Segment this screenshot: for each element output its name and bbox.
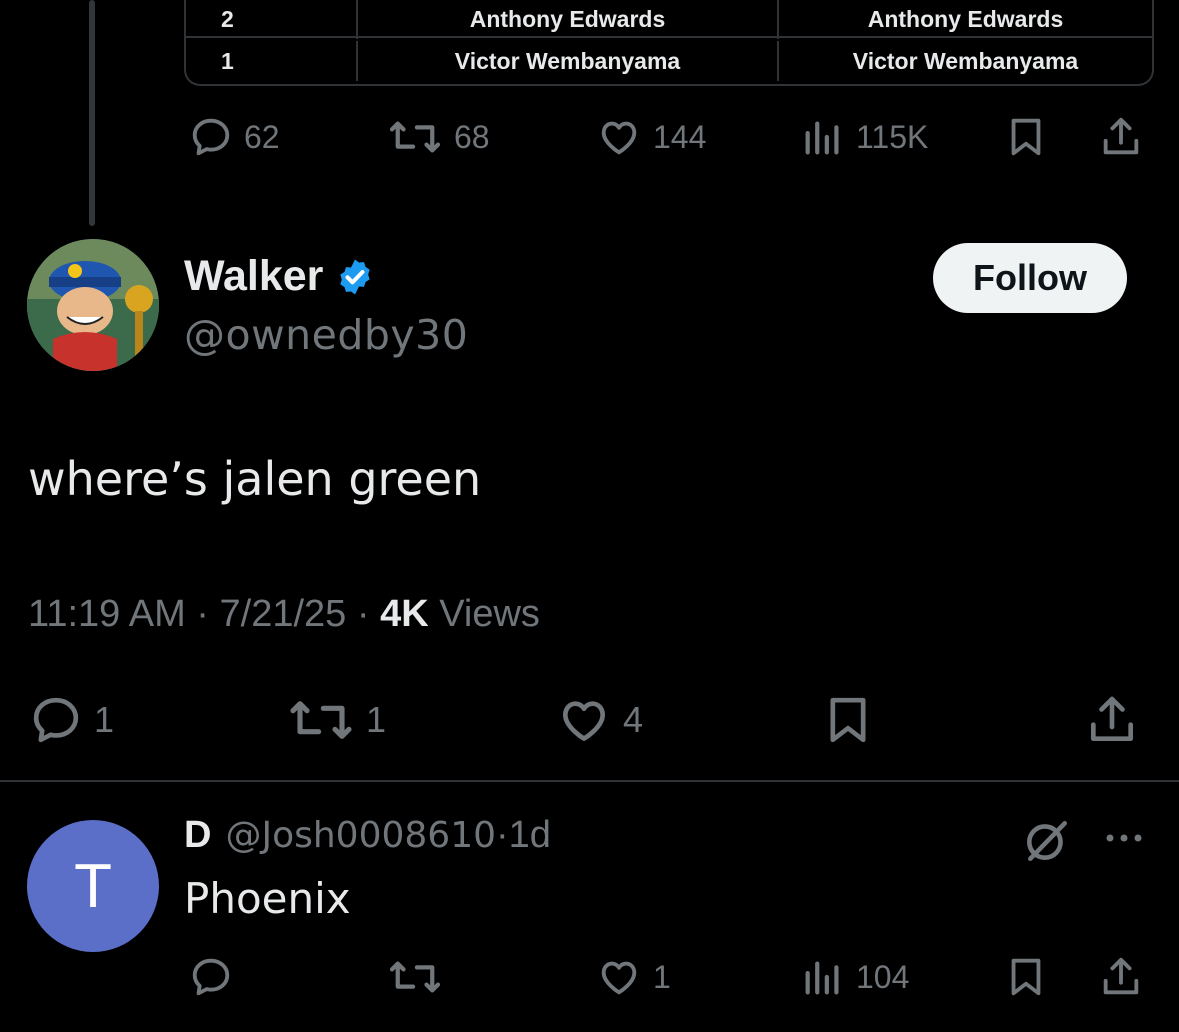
reply-display-name[interactable]: D [184,814,211,857]
views-count: 115K [856,118,929,155]
like-button[interactable]: 4 [555,692,643,748]
like-count: 1 [653,958,671,995]
grok-button[interactable] [1022,816,1072,871]
repost-icon [290,701,352,739]
tweet-text: where’s jalen green [28,452,482,506]
follow-button[interactable]: Follow [933,243,1127,313]
thread-line [89,0,95,226]
reply-icon [192,958,230,996]
like-button[interactable]: 144 [595,114,706,160]
bookmark-button[interactable] [1003,954,1049,1000]
share-button[interactable] [1098,114,1144,160]
reply-icon [33,697,79,743]
divider [0,780,1179,782]
display-name-row[interactable]: Walker [184,252,375,301]
row-divider [186,36,1152,38]
reply-button[interactable]: 1 [28,692,114,748]
reply-age[interactable]: 1d [509,814,551,857]
heart-icon [563,701,605,741]
views-label: Views [439,593,540,635]
heart-icon [601,121,637,155]
user-handle[interactable]: @ownedby30 [184,311,468,359]
repost-button[interactable] [386,954,444,1000]
reply-header: D @Josh0008610 · 1d [184,814,551,857]
reply-avatar[interactable]: T [27,820,159,952]
repost-icon [389,121,441,153]
views-count: 4K [380,593,429,635]
table-row: 1 Victor Wembanyama Victor Wembanyama [186,41,1152,81]
repost-button[interactable]: 1 [286,692,386,748]
reply-button[interactable] [188,954,234,1000]
avatar-illustration [27,239,159,371]
reply-text: Phoenix [184,874,351,923]
repost-count: 1 [366,699,387,740]
bookmark-icon [1011,118,1041,156]
meta-separator: · [356,593,381,635]
repost-count: 68 [454,118,490,155]
player-cell: Victor Wembanyama [358,41,779,81]
reply-button[interactable]: 62 [188,114,280,160]
analytics-icon [805,961,839,995]
more-icon [1106,834,1142,842]
table-row: 2 Anthony Edwards Anthony Edwards [186,0,1152,39]
quoted-table-card[interactable]: 2 Anthony Edwards Anthony Edwards 1 Vict… [184,0,1154,86]
repost-icon [389,961,441,993]
tweet-time[interactable]: 11:19 AM [28,593,186,635]
avatar[interactable] [27,239,159,371]
share-icon [1103,117,1139,155]
heart-icon [601,961,637,995]
views-count: 104 [856,958,910,995]
rank-cell: 2 [186,0,358,39]
bookmark-icon [830,697,866,743]
analytics-icon [805,121,839,155]
like-count: 144 [653,118,707,155]
share-button[interactable] [1098,954,1144,1000]
bookmark-button[interactable] [820,692,876,748]
tweet-date[interactable]: 7/21/25 [220,593,347,635]
reply-handle[interactable]: @Josh0008610 [225,815,496,856]
reply-count: 1 [94,699,115,740]
views-button[interactable]: 115K [800,114,928,160]
meta-separator: · [196,593,220,635]
more-options-button[interactable] [1100,826,1148,855]
share-icon [1091,696,1133,741]
player-cell: Anthony Edwards [867,5,1064,32]
share-button[interactable] [1084,692,1140,748]
repost-button[interactable]: 68 [386,114,490,160]
verified-badge-icon [340,259,371,294]
tweet-meta: 11:19 AM · 7/21/25 · 4K Views [28,593,540,636]
bookmark-button[interactable] [1003,114,1049,160]
display-name: Walker [184,252,324,300]
meta-separator: · [496,814,509,856]
player-cell: Victor Wembanyama [852,47,1079,74]
views-button[interactable]: 104 [800,954,909,1000]
like-button[interactable]: 1 [595,954,671,1000]
player-cell: Anthony Edwards [358,0,779,39]
bookmark-icon [1011,958,1041,996]
reply-icon [192,118,230,156]
rank-cell: 1 [186,41,358,81]
like-count: 4 [623,699,644,740]
share-icon [1103,957,1139,995]
grok-icon [1027,821,1067,861]
reply-count: 62 [244,118,280,155]
